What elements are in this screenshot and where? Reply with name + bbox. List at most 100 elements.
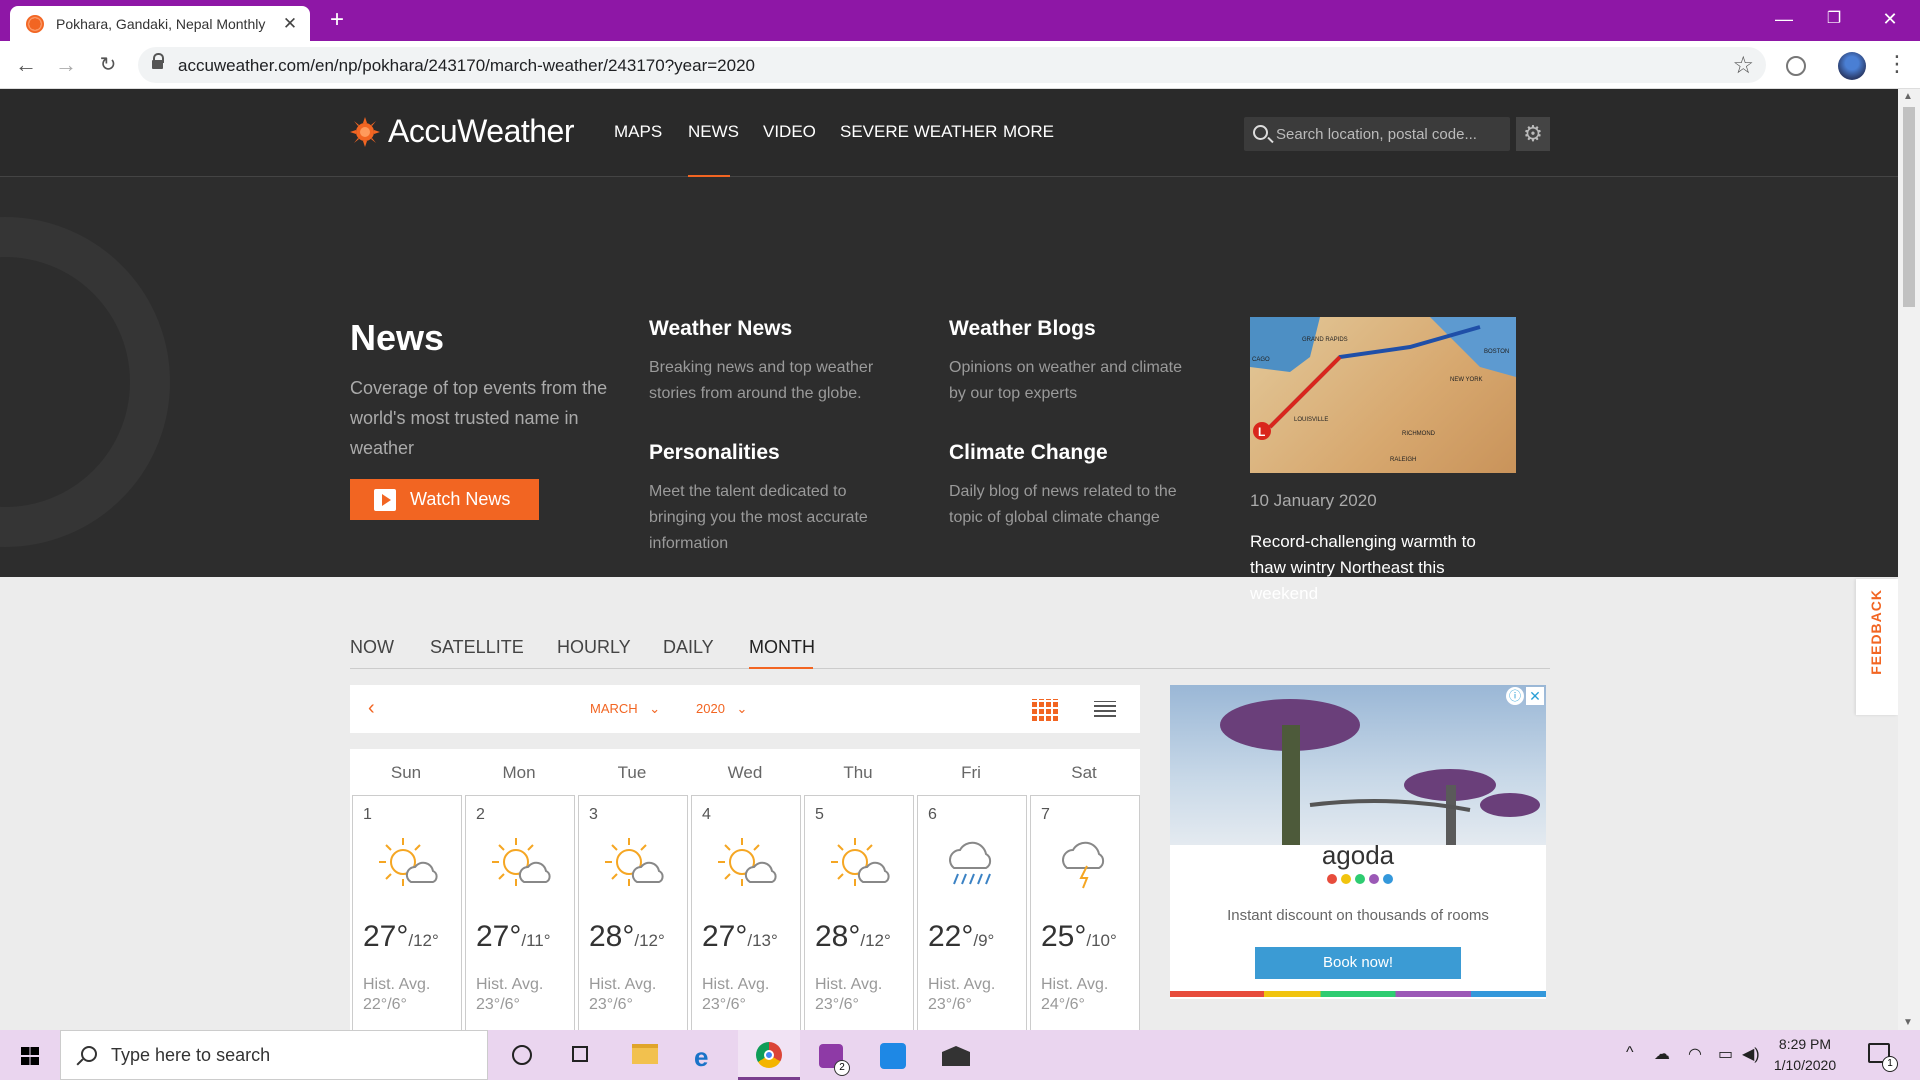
globe-extension-icon[interactable] [1786, 56, 1806, 76]
reload-icon[interactable]: ↻ [92, 49, 124, 81]
hist-avg-label: Hist. Avg. [815, 976, 883, 993]
clock-time[interactable]: 8:29 PM [1760, 1036, 1850, 1052]
calendar-day-cell[interactable]: 4 27°/13° Hist. Avg. 23°/6° [691, 795, 801, 1030]
page-viewport: AccuWeather MAPS NEWS VIDEO SEVERE WEATH… [0, 89, 1898, 1030]
play-icon [374, 488, 396, 511]
accuweather-sun-logo-icon[interactable] [350, 117, 380, 147]
mail-app-icon[interactable] [924, 1030, 986, 1080]
bookmark-star-icon[interactable]: ☆ [1732, 51, 1754, 80]
scrollbar-thumb[interactable] [1903, 107, 1915, 307]
personalities-link[interactable]: Personalities [649, 441, 780, 465]
scroll-up-arrow-icon[interactable]: ▲ [1903, 91, 1913, 102]
partly-sunny-icon [718, 838, 777, 886]
story-weather-map-image[interactable]: L GRAND RAPIDS BOSTON NEW YORK CAGO LOUI… [1250, 317, 1516, 473]
weather-blogs-link[interactable]: Weather Blogs [949, 317, 1096, 341]
nav-news[interactable]: NEWS [688, 122, 739, 142]
hist-avg-label: Hist. Avg. [928, 976, 996, 993]
list-view-icon[interactable] [1094, 701, 1116, 717]
address-bar[interactable]: accuweather.com/en/np/pokhara/243170/mar… [138, 47, 1766, 83]
minimize-button[interactable]: — [1756, 0, 1812, 38]
page-scrollbar[interactable]: ▲ ▼ [1898, 89, 1920, 1030]
tab-daily[interactable]: DAILY [663, 637, 714, 658]
new-tab-button[interactable]: + [322, 6, 352, 36]
day-number: 3 [589, 806, 598, 823]
hist-avg-value: 23°/6° [702, 996, 746, 1013]
calendar-day-cell[interactable]: 7 25°/10° Hist. Avg. 24°/6° [1030, 795, 1140, 1030]
agoda-advertisement[interactable]: agoda Instant discount on thousands of r… [1170, 685, 1546, 999]
taskbar-search-placeholder: Type here to search [111, 1045, 271, 1065]
nav-maps[interactable]: MAPS [614, 122, 662, 142]
settings-gear-icon[interactable]: ⚙ [1516, 117, 1550, 151]
browser-tab[interactable]: Pokhara, Gandaki, Nepal Monthly ✕ [10, 6, 310, 41]
calendar-day-cell[interactable]: 3 28°/12° Hist. Avg. 23°/6° [578, 795, 688, 1030]
calendar-day-cell[interactable]: 2 27°/11° Hist. Avg. 23°/6° [465, 795, 575, 1030]
show-hidden-icons-chevron-icon[interactable]: ^ [1626, 1044, 1634, 1062]
taskbar-search-box[interactable]: Type here to search [60, 1030, 488, 1080]
search-input[interactable] [1276, 117, 1504, 151]
calendar-day-cell[interactable]: 5 28°/12° Hist. Avg. 23°/6° [804, 795, 914, 1030]
weekday-header: Sun [390, 763, 422, 782]
story-headline[interactable]: Record-challenging warmth to thaw wintry… [1250, 529, 1500, 607]
forecast-subnav: NOW SATELLITE HOURLY DAILY MONTH [350, 629, 1550, 669]
low-temp: /13° [747, 931, 778, 950]
maximize-button[interactable]: ❐ [1806, 0, 1862, 38]
site-search-box[interactable] [1244, 117, 1510, 151]
watch-news-button[interactable]: Watch News [350, 479, 539, 520]
volume-icon[interactable]: ◀) [1742, 1044, 1760, 1064]
task-view-icon[interactable] [552, 1030, 614, 1080]
year-dropdown[interactable]: 2020 ⌄ [696, 701, 747, 717]
tab-now[interactable]: NOW [350, 637, 394, 658]
prev-month-chevron-icon[interactable]: ‹ [368, 697, 375, 720]
personalities-desc: Meet the talent dedicated to bringing yo… [649, 483, 868, 552]
ad-close-icon[interactable]: ✕ [1526, 687, 1544, 705]
nav-video[interactable]: VIDEO [763, 122, 816, 142]
clock-date[interactable]: 1/10/2020 [1760, 1057, 1850, 1073]
file-explorer-icon[interactable] [614, 1030, 676, 1080]
calendar-grid-icon[interactable] [1032, 699, 1060, 721]
low-temp: /9° [973, 931, 995, 950]
chrome-app-icon[interactable] [738, 1030, 800, 1080]
book-now-button[interactable]: Book now! [1255, 947, 1461, 979]
forward-arrow-icon[interactable]: → [50, 49, 82, 81]
edge-browser-icon[interactable]: e [676, 1030, 738, 1080]
feedback-tab[interactable]: FEEDBACK [1856, 579, 1898, 715]
month-dropdown[interactable]: MARCH ⌄ [590, 701, 660, 717]
temperature: 27°/11° [476, 920, 551, 954]
view-toggle [1012, 685, 1140, 733]
calendar-day-cell[interactable]: 1 27°/12° Hist. Avg. 22°/6° [352, 795, 462, 1030]
climate-change-link[interactable]: Climate Change [949, 441, 1108, 465]
close-window-button[interactable]: ✕ [1862, 0, 1918, 38]
kebab-menu-icon[interactable]: ⋮ [1886, 51, 1908, 77]
url-text[interactable]: accuweather.com/en/np/pokhara/243170/mar… [178, 56, 755, 76]
background-sun-graphic [0, 217, 170, 547]
nav-severe-weather[interactable]: SEVERE WEATHER [840, 122, 997, 142]
brand-name[interactable]: AccuWeather [388, 113, 575, 150]
map-city: GRAND RAPIDS [1302, 337, 1348, 343]
battery-icon[interactable]: ▭ [1718, 1044, 1733, 1064]
profile-avatar[interactable] [1838, 52, 1866, 80]
weather-news-link[interactable]: Weather News [649, 317, 792, 341]
instagram-app-icon[interactable]: 2 [800, 1030, 862, 1080]
start-button[interactable] [0, 1030, 60, 1080]
active-tab-indicator [749, 667, 813, 669]
logo-dot [1369, 874, 1379, 884]
nav-more[interactable]: MORE [1003, 122, 1054, 142]
tab-month[interactable]: MONTH [749, 637, 815, 658]
wifi-icon[interactable]: ◠ [1688, 1044, 1702, 1064]
messenger-app-icon[interactable] [862, 1030, 924, 1080]
news-menu-title[interactable]: News [350, 317, 444, 359]
onedrive-cloud-icon[interactable]: ☁ [1654, 1044, 1670, 1064]
lock-icon[interactable] [152, 53, 164, 71]
tab-hourly[interactable]: HOURLY [557, 637, 631, 658]
calendar-day-cell[interactable]: 6 22°/9° Hist. Avg. 23°/6° [917, 795, 1027, 1030]
year-value: 2020 [696, 701, 725, 716]
search-icon [1253, 125, 1268, 140]
temperature: 27°/12° [363, 920, 439, 954]
ad-info-icon[interactable]: ⓘ [1506, 687, 1524, 705]
thunderstorm-icon [1062, 841, 1105, 889]
scroll-down-arrow-icon[interactable]: ▼ [1903, 1017, 1913, 1028]
tab-satellite[interactable]: SATELLITE [430, 637, 524, 658]
tab-close-icon[interactable]: ✕ [280, 14, 300, 34]
cortana-icon[interactable] [490, 1030, 552, 1080]
back-arrow-icon[interactable]: ← [10, 49, 42, 81]
